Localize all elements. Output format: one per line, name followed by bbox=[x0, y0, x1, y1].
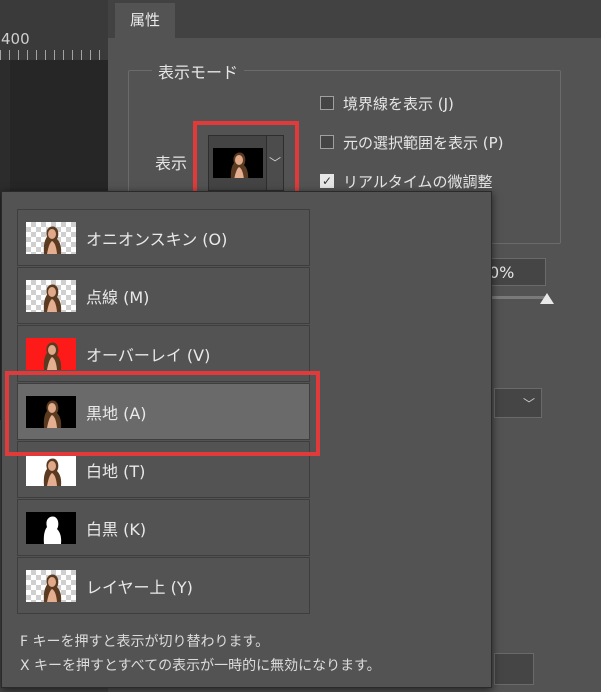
mask-silhouette-icon bbox=[43, 516, 62, 544]
view-option-on-layers[interactable]: レイヤー上 (Y) bbox=[17, 557, 310, 614]
option-label: オニオンスキン (O) bbox=[86, 229, 228, 249]
thumbnail-onion-skin bbox=[26, 221, 76, 254]
checkbox-realtime-refine[interactable]: ✓ リアルタイムの微調整 bbox=[320, 170, 493, 192]
thumbnail-on-layers bbox=[26, 569, 76, 602]
checkbox-show-original[interactable]: 元の選択範囲を表示 (P) bbox=[320, 131, 504, 153]
option-label: 白地 (T) bbox=[86, 461, 146, 481]
highlight-box-selected-option bbox=[5, 371, 320, 456]
option-label: 白黒 (K) bbox=[86, 519, 147, 539]
ruler-ticks bbox=[0, 50, 108, 60]
hint-text-f-key: F キーを押すと表示が切り替わります。 bbox=[20, 634, 270, 650]
checkbox-show-edge[interactable]: 境界線を表示 (J) bbox=[320, 92, 454, 114]
checkmark-icon[interactable]: ✓ bbox=[320, 174, 334, 188]
portrait-icon bbox=[43, 574, 62, 602]
portrait-icon bbox=[43, 226, 62, 254]
thumbnail-overlay bbox=[26, 337, 76, 370]
panel-tab-bar: 属性 bbox=[108, 0, 601, 38]
thumbnail-black-white bbox=[26, 511, 76, 544]
tab-properties[interactable]: 属性 bbox=[115, 3, 175, 38]
view-option-black-white[interactable]: 白黒 (K) bbox=[17, 499, 310, 556]
chevron-down-icon[interactable]: ﹀ bbox=[494, 388, 542, 418]
portrait-icon bbox=[43, 458, 62, 486]
view-option-marching-ants[interactable]: 点線 (M) bbox=[17, 267, 310, 324]
option-label: 点線 (M) bbox=[86, 287, 150, 307]
portrait-icon bbox=[43, 342, 62, 370]
ruler-label: 400 bbox=[1, 30, 30, 48]
display-label: 表示 bbox=[155, 154, 188, 173]
hint-text-x-key: X キーを押すとすべての表示が一時的に無効になります。 bbox=[20, 658, 381, 674]
checkbox-label: 元の選択範囲を表示 (P) bbox=[343, 133, 504, 152]
option-label: オーバーレイ (V) bbox=[86, 345, 211, 365]
checkbox-label: 境界線を表示 (J) bbox=[343, 94, 454, 113]
thumbnail-marching-ants bbox=[26, 279, 76, 312]
checkbox-box[interactable] bbox=[320, 96, 334, 110]
option-label: レイヤー上 (Y) bbox=[86, 577, 193, 597]
checkbox-label: リアルタイムの微調整 bbox=[343, 172, 493, 191]
thumbnail-on-white bbox=[26, 453, 76, 486]
portrait-icon bbox=[43, 284, 62, 312]
view-option-onion-skin[interactable]: オニオンスキン (O) bbox=[17, 209, 310, 266]
display-mode-title: 表示モード bbox=[152, 59, 245, 83]
opacity-field[interactable]: 0% bbox=[486, 258, 546, 286]
opacity-slider-thumb[interactable] bbox=[540, 293, 554, 304]
horizontal-ruler: 400 bbox=[0, 0, 108, 60]
value-field[interactable] bbox=[494, 653, 534, 685]
checkbox-box[interactable] bbox=[320, 135, 334, 149]
